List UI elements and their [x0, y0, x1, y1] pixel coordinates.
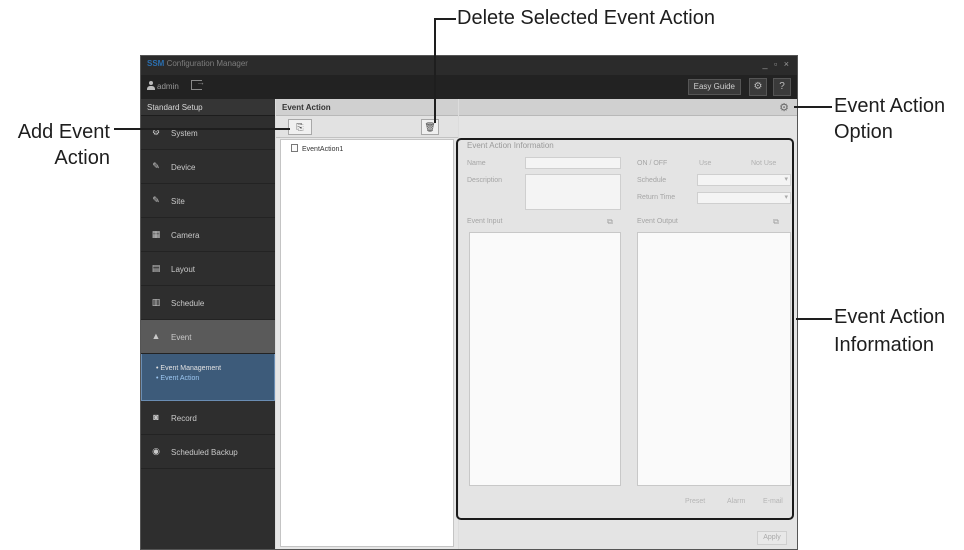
sidebar-item-label: Site [171, 197, 185, 206]
camera-icon: ▦ [151, 229, 161, 239]
add-event-action-button[interactable]: ⎘ [288, 119, 312, 135]
sidebar-item-label: Event [171, 333, 192, 342]
callout-info-line1: Event Action [834, 306, 946, 328]
callout-info-line2: Information [834, 334, 935, 356]
event-submenu: • Event Management • Event Action [141, 354, 275, 401]
callout-add-line2: Action [54, 147, 110, 169]
callout-option-line2: Option [834, 121, 893, 143]
app-title: SSM Configuration Manager [147, 59, 248, 68]
current-user: admin [147, 81, 179, 91]
delete-event-action-button[interactable]: 🗑 [421, 119, 439, 135]
sidebar-item-label: Scheduled Backup [171, 448, 238, 457]
user-icon [147, 81, 155, 90]
event-action-panel: Event Action ⎘ 🗑 EventAction1 [276, 99, 458, 549]
sidebar-item-record[interactable]: ◙ Record [141, 401, 275, 435]
event-icon: ▲ [151, 331, 161, 341]
list-item[interactable]: EventAction1 [281, 140, 453, 153]
info-highlight-frame [456, 138, 794, 520]
event-action-toolbar: ⎘ 🗑 [276, 116, 458, 138]
sidebar-item-label: System [171, 129, 198, 138]
settings-icon[interactable]: ⚙ [749, 78, 767, 96]
sidebar-item-layout[interactable]: ▤ Layout [141, 252, 275, 286]
user-name: admin [157, 82, 179, 91]
callout-delete: Delete Selected Event Action [457, 7, 715, 29]
submenu-event-action[interactable]: • Event Action [156, 374, 274, 384]
sidebar-header: Standard Setup [141, 99, 275, 116]
device-icon: ✎ [152, 161, 160, 171]
logout-icon[interactable] [191, 77, 205, 90]
callout-option-line [794, 106, 832, 108]
callout-delete-line-h [434, 18, 456, 20]
info-topbar: ⚙ [459, 99, 797, 116]
sidebar-item-label: Layout [171, 265, 196, 274]
app-title-text: Configuration Manager [164, 59, 248, 68]
gear-icon[interactable]: ⚙ [779, 101, 789, 114]
sidebar-item-label: Record [171, 414, 197, 423]
sidebar-item-label: Schedule [171, 299, 205, 308]
sidebar-item-label: Camera [171, 231, 200, 240]
app-brand: SSM [147, 59, 165, 68]
event-action-title: Event Action [276, 99, 458, 116]
help-icon[interactable]: ? [773, 78, 791, 96]
sidebar: Standard Setup ⚙ System ✎ Device ✎ Site … [141, 99, 275, 549]
window-controls[interactable]: _ ▫ × [763, 59, 791, 69]
event-action-list: EventAction1 [280, 139, 454, 547]
callout-delete-line-v [434, 18, 436, 123]
sidebar-item-camera[interactable]: ▦ Camera [141, 218, 275, 252]
apply-button[interactable]: Apply [757, 531, 787, 545]
document-icon [291, 144, 298, 152]
backup-icon: ◉ [152, 446, 160, 456]
callout-info-line [796, 318, 832, 320]
user-bar: admin Easy Guide ⚙ ? [141, 75, 797, 99]
sidebar-item-site[interactable]: ✎ Site [141, 184, 275, 218]
title-bar: SSM Configuration Manager _ ▫ × [141, 56, 797, 75]
sidebar-item-device[interactable]: ✎ Device [141, 150, 275, 184]
sidebar-item-label: Device [171, 163, 196, 172]
submenu-event-management[interactable]: • Event Management [156, 364, 274, 374]
layout-icon: ▤ [151, 263, 161, 273]
record-icon: ◙ [153, 412, 159, 422]
list-item-label: EventAction1 [302, 146, 344, 153]
schedule-icon: ▥ [151, 297, 161, 307]
sidebar-item-scheduled-backup[interactable]: ◉ Scheduled Backup [141, 435, 275, 469]
callout-option-line1: Event Action [834, 95, 946, 117]
site-icon: ✎ [152, 195, 160, 205]
easy-guide-button[interactable]: Easy Guide [687, 79, 741, 95]
sidebar-item-system[interactable]: ⚙ System [141, 116, 275, 150]
callout-add-line1: Add Event [17, 121, 110, 143]
sidebar-item-schedule[interactable]: ▥ Schedule [141, 286, 275, 320]
sidebar-item-event[interactable]: ▲ Event [141, 320, 275, 354]
callout-add-line [114, 128, 290, 130]
